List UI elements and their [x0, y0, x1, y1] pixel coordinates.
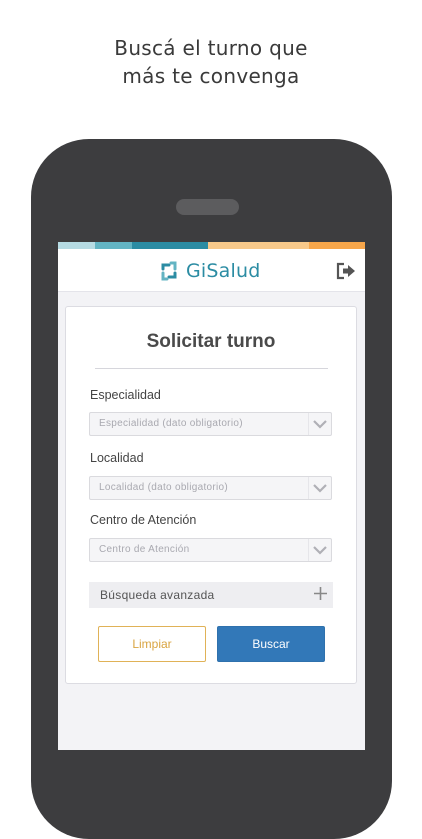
app-header: GiSalud — [58, 249, 365, 292]
promo-line-1: Buscá el turno que — [114, 36, 308, 60]
clear-button[interactable]: Limpiar — [98, 626, 206, 662]
specialty-placeholder: Especialidad (dato obligatorio) — [99, 418, 243, 429]
logout-icon[interactable] — [335, 262, 357, 280]
request-appointment-card: Solicitar turno Especialidad Especialida… — [65, 306, 357, 684]
phone-speaker — [176, 199, 239, 215]
locality-label: Localidad — [90, 451, 144, 465]
stripe — [58, 242, 95, 249]
brand-name: GiSalud — [186, 260, 261, 282]
advanced-search-toggle[interactable]: Búsqueda avanzada — [89, 582, 333, 608]
stripe — [132, 242, 208, 249]
advanced-search-label: Búsqueda avanzada — [100, 588, 215, 602]
promo-caption: Buscá el turno que más te convenga — [0, 34, 422, 90]
brand-logo[interactable]: GiSalud — [157, 258, 261, 284]
chevron-down-icon — [308, 539, 327, 561]
locality-select[interactable]: Localidad (dato obligatorio) — [89, 476, 332, 500]
app-screen: GiSalud Solicitar turno Especialidad Esp… — [58, 242, 365, 750]
locality-placeholder: Localidad (dato obligatorio) — [99, 482, 229, 493]
title-divider — [95, 368, 328, 369]
care-center-placeholder: Centro de Atención — [99, 544, 190, 555]
search-button[interactable]: Buscar — [217, 626, 325, 662]
form-title: Solicitar turno — [146, 331, 276, 352]
color-stripes — [58, 242, 365, 249]
stripe — [309, 242, 365, 249]
specialty-label: Especialidad — [90, 388, 161, 402]
promo-line-2: más te convenga — [122, 64, 300, 88]
gisalud-logo-icon — [161, 261, 177, 281]
chevron-down-icon — [308, 413, 327, 435]
care-center-select[interactable]: Centro de Atención — [89, 538, 332, 562]
chevron-down-icon — [308, 477, 327, 499]
plus-icon — [314, 587, 327, 600]
stripe — [95, 242, 132, 249]
stripe — [208, 242, 309, 249]
specialty-select[interactable]: Especialidad (dato obligatorio) — [89, 412, 332, 436]
care-center-label: Centro de Atención — [90, 513, 197, 527]
